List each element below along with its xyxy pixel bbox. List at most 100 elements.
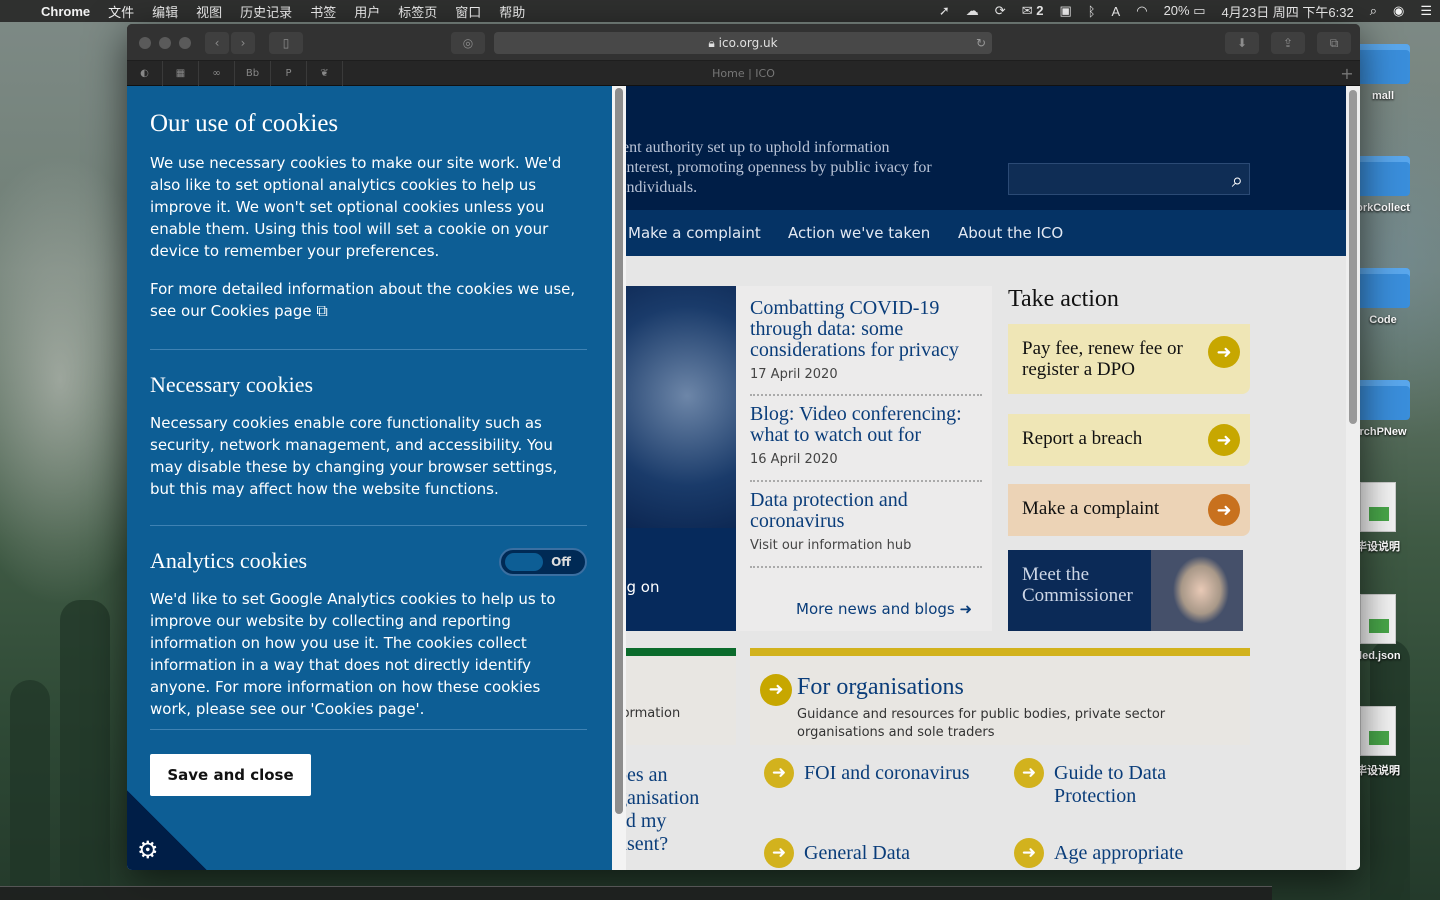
arrow-right-icon: ➜ (1014, 758, 1044, 788)
document-icon (1360, 482, 1396, 532)
cookie-settings-corner[interactable]: ⚙ (127, 790, 207, 870)
link-foi-coronavirus[interactable]: FOI and coronavirus (804, 762, 970, 785)
close-window-button[interactable] (139, 37, 151, 49)
menu-bookmarks[interactable]: 书签 (301, 2, 345, 21)
news-title[interactable]: Blog: Video conferencing: what to watch … (750, 404, 982, 446)
necessary-cookies-title: Necessary cookies (150, 372, 314, 397)
page-scrollbar[interactable] (1346, 86, 1360, 870)
page-scrollbar-thumb[interactable] (1349, 90, 1357, 424)
arrow-right-icon: ➜ (764, 758, 794, 788)
search-icon[interactable]: ⌕ (1232, 168, 1243, 192)
share-icon[interactable]: ⇪ (1271, 32, 1305, 54)
analytics-cookies-title: Analytics cookies (150, 548, 308, 573)
consent-question-link[interactable]: oes an ganisation ed my nsent? (617, 764, 717, 856)
tabs-overview-icon[interactable]: ⧉ (1317, 32, 1351, 54)
clock[interactable]: 4月23日 周四 下午6:32 (1214, 2, 1362, 21)
send-icon[interactable]: ➚ (931, 3, 958, 19)
back-button[interactable]: ‹ (205, 32, 229, 54)
news-title[interactable]: Combatting COVID-19 through data: some c… (750, 298, 982, 361)
arrow-right-icon: ➜ (1208, 336, 1240, 368)
menu-tab[interactable]: 标签页 (389, 2, 446, 21)
necessary-cookies-text: Necessary cookies enable core functional… (150, 414, 558, 498)
desktop-icon-label: rchPNew (1359, 426, 1407, 438)
cookies-page-link[interactable]: For more detailed information about the … (150, 280, 575, 320)
siri-icon[interactable]: ◉ (1385, 3, 1412, 19)
cookie-more-info: For more detailed information about the … (150, 278, 580, 322)
new-tab-button[interactable]: + (1334, 61, 1360, 86)
battery-percent: 20% (1163, 3, 1190, 18)
dock-edge (0, 886, 1272, 900)
news-item[interactable]: Blog: Video conferencing: what to watch … (750, 404, 982, 482)
reload-icon[interactable]: ↻ (976, 32, 986, 54)
external-link-icon: ⧉ (316, 301, 328, 320)
gear-icon[interactable]: ⚙ (137, 836, 159, 864)
public-section-card[interactable]: formation (617, 648, 736, 745)
download-icon[interactable]: ⬇ (1225, 32, 1259, 54)
minimize-window-button[interactable] (159, 37, 171, 49)
action-card-make-complaint[interactable]: Make a complaint ➜ (1008, 484, 1250, 536)
news-subtitle: Visit our information hub (750, 538, 912, 553)
folder-icon (1356, 380, 1410, 420)
feature-image[interactable]: ng on (617, 286, 736, 631)
forward-button[interactable]: › (231, 32, 255, 54)
folder-icon (1356, 44, 1410, 84)
battery-status[interactable]: 20% ▭ (1156, 3, 1214, 19)
news-list: Combatting COVID-19 through data: some c… (736, 286, 992, 631)
nav-action-taken[interactable]: Action we've taken (788, 224, 930, 242)
desktop-icon-label: 毕设说明 (1356, 765, 1400, 777)
nav-make-complaint[interactable]: Make a complaint (628, 224, 761, 242)
sync-icon[interactable]: ⟳ (987, 3, 1014, 19)
menu-file[interactable]: 文件 (99, 2, 143, 21)
meet-commissioner-card[interactable]: Meet the Commissioner (1008, 550, 1243, 631)
menu-view[interactable]: 视图 (187, 2, 231, 21)
menu-bar: Chrome 文件 编辑 视图 历史记录 书签 用户 标签页 窗口 帮助 ➚ ☁… (0, 0, 1440, 22)
action-card-label: Report a breach (1022, 428, 1143, 449)
divider (150, 349, 587, 350)
organisations-card[interactable]: ➜ For organisations Guidance and resourc… (750, 648, 1250, 745)
site-search-input[interactable]: ⌕ (1008, 163, 1250, 195)
menu-window[interactable]: 窗口 (446, 2, 490, 21)
app-menu[interactable]: Chrome (32, 4, 99, 19)
nav-about-ico[interactable]: About the ICO (958, 224, 1063, 242)
action-card-label: Pay fee, renew fee or register a DPO (1022, 338, 1183, 380)
desktop-icon-label: mall (1371, 90, 1394, 102)
sidebar-toggle-icon[interactable]: ▯ (269, 32, 303, 54)
spotlight-icon[interactable]: ⌕ (1362, 3, 1385, 19)
link-guide-data-protection[interactable]: Guide to Data Protection (1054, 762, 1224, 808)
link-age-appropriate[interactable]: Age appropriate (1054, 842, 1183, 865)
analytics-toggle[interactable]: Off (499, 548, 587, 576)
cookie-scrollbar-thumb[interactable] (615, 88, 623, 814)
menu-people[interactable]: 用户 (345, 2, 389, 21)
public-section-text: formation (617, 706, 681, 721)
menu-history[interactable]: 历史记录 (231, 2, 301, 21)
wifi-icon[interactable]: ◠ (1128, 3, 1155, 19)
arrow-right-icon: ➜ (1014, 838, 1044, 868)
input-method-icon[interactable]: A (1104, 4, 1129, 19)
organisations-title[interactable]: For organisations (797, 674, 964, 701)
extension-icon[interactable]: ◎ (451, 32, 485, 54)
notification-center-icon[interactable]: ☰ (1412, 3, 1440, 19)
wechat-icon[interactable]: ✉ 2 (1014, 3, 1052, 19)
action-card-report-breach[interactable]: Report a breach ➜ (1008, 414, 1250, 466)
cookie-panel-scrollbar[interactable] (612, 86, 626, 870)
news-item[interactable]: Combatting COVID-19 through data: some c… (750, 298, 982, 396)
cloud-icon[interactable]: ☁ (958, 3, 987, 19)
more-news-link[interactable]: More news and blogs ➜ (796, 600, 972, 618)
news-title[interactable]: Data protection and coronavirus (750, 490, 982, 532)
action-card-pay-fee[interactable]: Pay fee, renew fee or register a DPO ➜ (1008, 324, 1250, 394)
display-icon[interactable]: ▣ (1051, 3, 1079, 19)
arrow-right-icon: ➜ (959, 600, 973, 618)
divider (150, 525, 587, 526)
menu-help[interactable]: 帮助 (490, 2, 534, 21)
cookie-title: Our use of cookies (150, 110, 339, 137)
network-people-image (617, 286, 736, 528)
document-icon (1360, 594, 1396, 644)
menu-edit[interactable]: 编辑 (143, 2, 187, 21)
link-general-data[interactable]: General Data (804, 842, 910, 865)
zoom-window-button[interactable] (179, 37, 191, 49)
arrow-right-icon: ➜ (760, 674, 792, 706)
bluetooth-icon[interactable]: ᛒ (1080, 4, 1104, 19)
address-bar[interactable]: 🔒︎ ico.org.uk ↻ (494, 32, 992, 54)
news-item[interactable]: Data protection and coronavirus Visit ou… (750, 490, 982, 568)
active-tab[interactable]: Home | ICO (127, 61, 1360, 86)
